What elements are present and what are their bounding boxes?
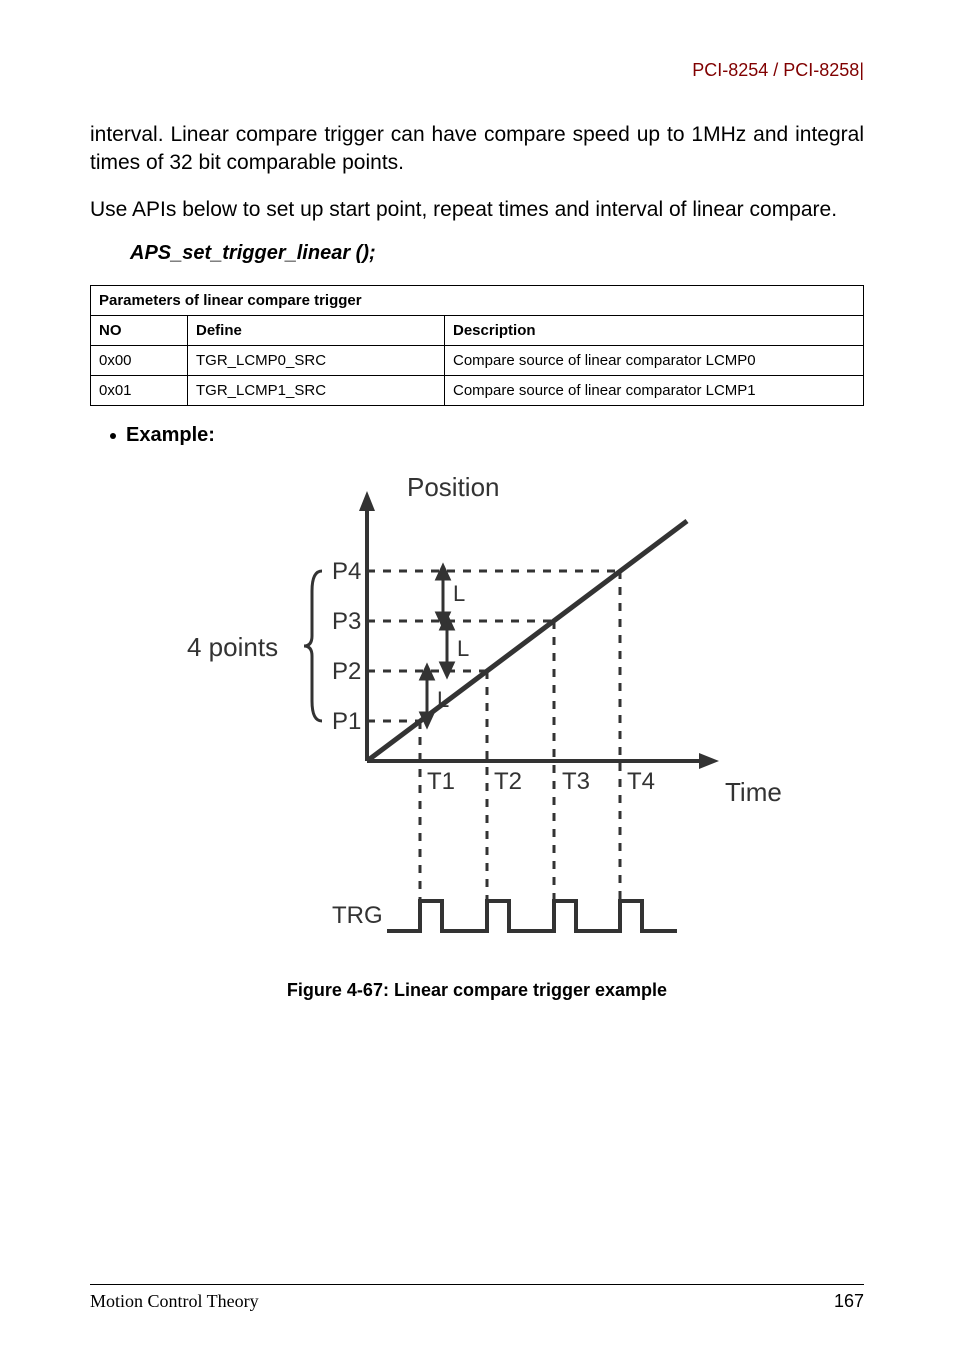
header-product: PCI-8254 / PCI-8258|: [90, 60, 864, 81]
y-axis-label: Position: [407, 472, 500, 502]
cell-no: 0x01: [91, 376, 188, 406]
cell-desc: Compare source of linear comparator LCMP…: [445, 376, 864, 406]
cell-define: TGR_LCMP1_SRC: [188, 376, 445, 406]
bullet-icon: [110, 433, 116, 439]
time-tick-t4: T4: [627, 768, 655, 795]
footer-page-number: 167: [834, 1291, 864, 1312]
x-axis-label: Time: [725, 777, 782, 807]
cell-no: 0x00: [91, 346, 188, 376]
cell-desc: Compare source of linear comparator LCMP…: [445, 346, 864, 376]
cell-define: TGR_LCMP0_SRC: [188, 346, 445, 376]
time-tick-t2: T2: [494, 768, 522, 795]
figure-container: Position Time P4 P3 P2 P1 L L L 4 points…: [90, 461, 864, 1001]
interval-l-2: L: [457, 636, 469, 661]
time-tick-t3: T3: [562, 768, 590, 795]
group-label: 4 points: [187, 632, 278, 662]
interval-l-3: L: [437, 687, 449, 712]
paragraph-2: Use APIs below to set up start point, re…: [90, 196, 864, 224]
diagram-svg: Position Time P4 P3 P2 P1 L L L 4 points…: [167, 461, 787, 961]
pos-label-p3: P3: [332, 608, 361, 635]
api-function-name: APS_set_trigger_linear ();: [130, 242, 864, 265]
product-name: PCI-8254 / PCI-8258: [692, 60, 859, 80]
pos-label-p4: P4: [332, 558, 361, 585]
page-footer: Motion Control Theory 167: [90, 1284, 864, 1312]
example-heading: Example:: [110, 424, 864, 447]
page-container: PCI-8254 / PCI-8258| interval. Linear co…: [0, 0, 954, 1352]
table-header-desc: Description: [445, 316, 864, 346]
figure-caption: Figure 4-67: Linear compare trigger exam…: [90, 980, 864, 1001]
table-row: 0x01 TGR_LCMP1_SRC Compare source of lin…: [91, 376, 864, 406]
table-title: Parameters of linear compare trigger: [91, 286, 864, 316]
table-row: 0x00 TGR_LCMP0_SRC Compare source of lin…: [91, 346, 864, 376]
footer-section: Motion Control Theory: [90, 1291, 259, 1312]
trigger-label: TRG: [332, 902, 383, 929]
time-tick-t1: T1: [427, 768, 455, 795]
example-label-text: Example:: [126, 424, 215, 446]
table-header-no: NO: [91, 316, 188, 346]
table-header-define: Define: [188, 316, 445, 346]
parameters-table: Parameters of linear compare trigger NO …: [90, 285, 864, 406]
header-pipe: |: [859, 60, 864, 80]
paragraph-1: interval. Linear compare trigger can hav…: [90, 121, 864, 178]
pos-label-p2: P2: [332, 658, 361, 685]
pos-label-p1: P1: [332, 708, 361, 735]
interval-l-1: L: [453, 581, 465, 606]
